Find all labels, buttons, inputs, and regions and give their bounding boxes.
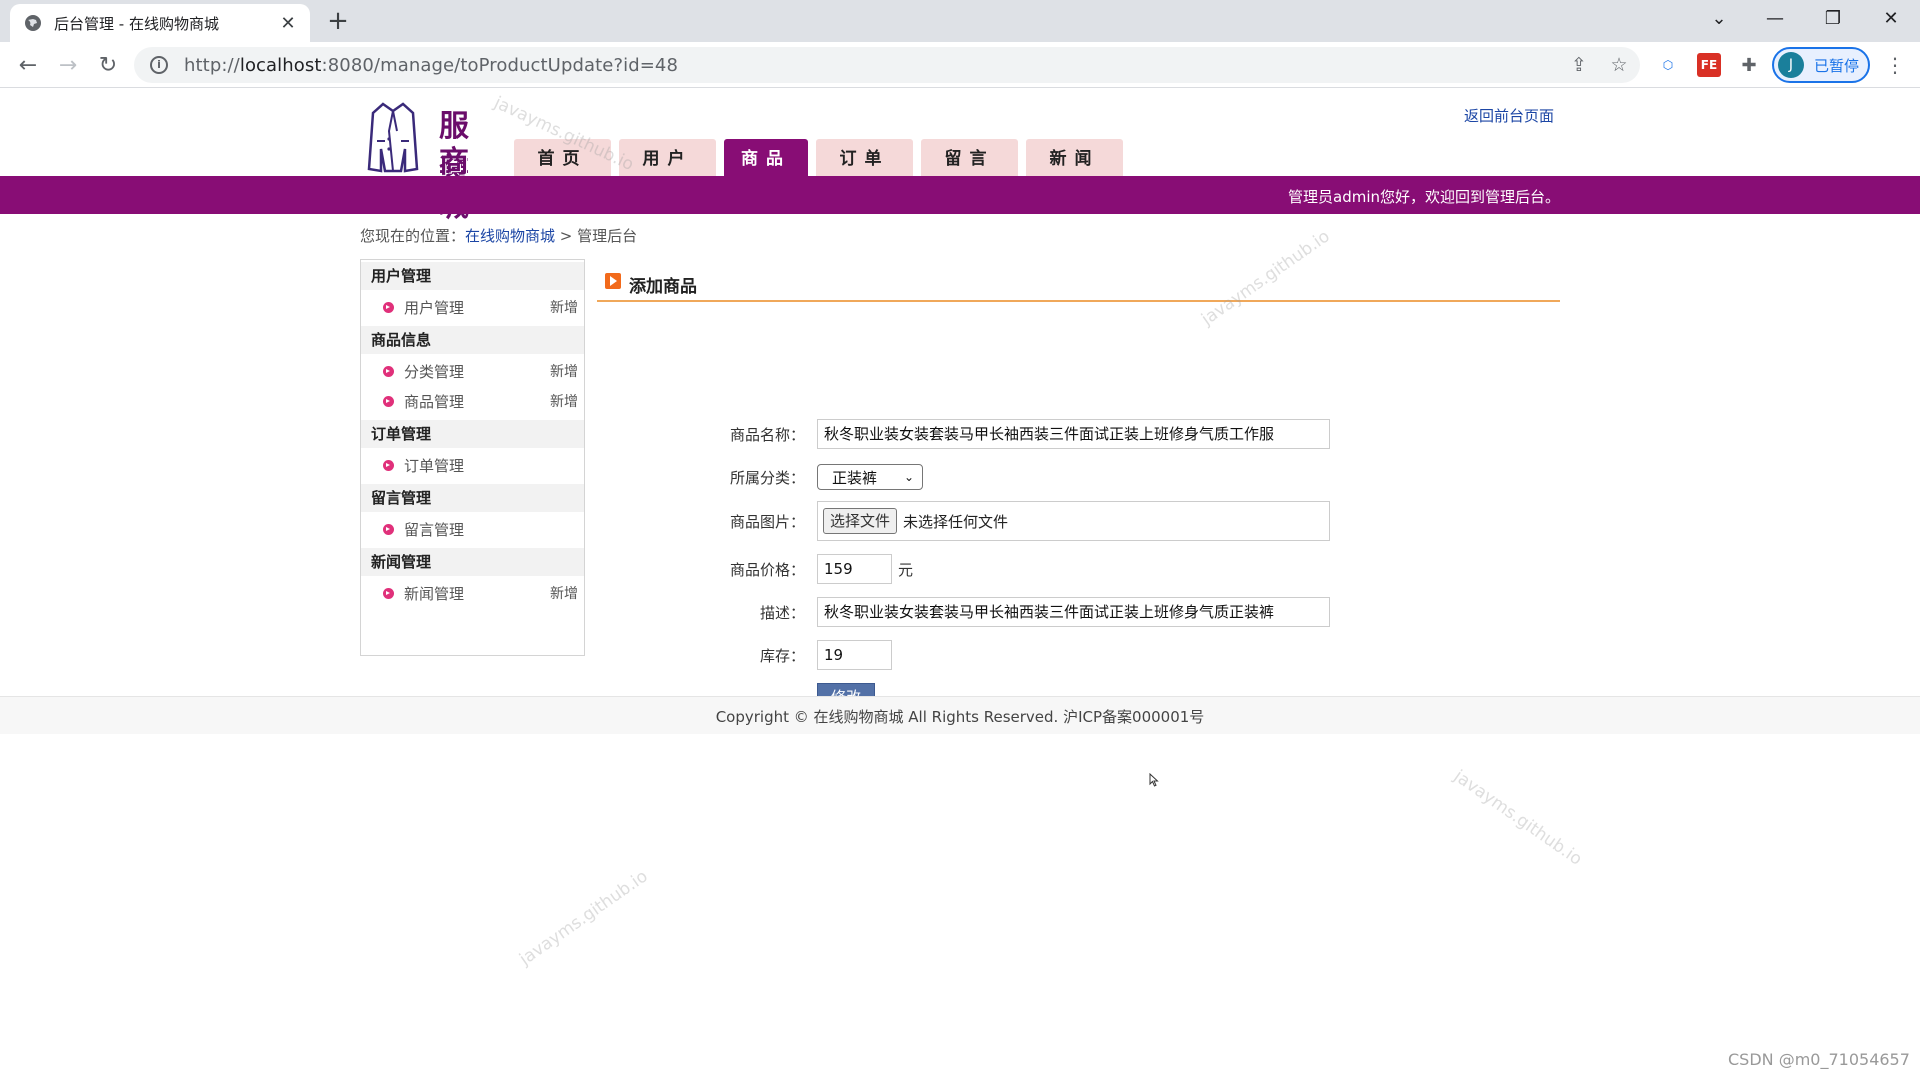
profile-button[interactable]: J 已暂停 (1772, 47, 1870, 83)
address-bar[interactable]: i http://localhost:8080/manage/toProduct… (134, 47, 1640, 83)
extension-fe-icon[interactable]: FE (1697, 53, 1721, 77)
sidebar-group-orders: 订单管理 (361, 420, 584, 448)
add-user-link[interactable]: 新增 (550, 297, 578, 317)
browser-tab[interactable]: 后台管理 - 在线购物商城 ✕ (10, 4, 310, 42)
bullet-arrow-icon (383, 395, 394, 407)
tab-title: 后台管理 - 在线购物商城 (54, 14, 219, 33)
add-category-link[interactable]: 新增 (550, 361, 578, 381)
choose-file-button[interactable]: 选择文件 (823, 508, 898, 534)
site-footer: Copyright © 在线购物商城 All Rights Reserved. … (0, 696, 1920, 734)
content-header: 添加商品 (597, 271, 1560, 302)
price-unit: 元 (898, 560, 914, 579)
coat-logo-icon (367, 102, 419, 173)
image-file-input[interactable]: 选择文件 未选择任何文件 (817, 501, 1330, 541)
sidebar-item-product-manage[interactable]: 商品管理 新增 (361, 388, 584, 414)
row-name: 商品名称： 秋冬职业装女装套装马甲长袖西装三件面试正装上班修身气质工作服 (700, 419, 1330, 449)
file-status: 未选择任何文件 (903, 512, 1009, 531)
stock-input[interactable]: 19 (817, 640, 892, 670)
sidebar-item-message-manage[interactable]: 留言管理 (361, 512, 584, 546)
sidebar-item-news-manage[interactable]: 新闻管理 新增 (361, 576, 584, 610)
sidebar-group-products: 商品信息 (361, 326, 584, 354)
price-input[interactable]: 159 (817, 554, 892, 584)
row-stock: 库存： 19 (700, 640, 892, 670)
back-to-frontend-link[interactable]: 返回前台页面 (1464, 105, 1554, 126)
welcome-text: 管理员admin您好，欢迎回到管理后台。 (1288, 188, 1561, 206)
bullet-arrow-icon (383, 365, 394, 377)
bullet-arrow-icon (383, 523, 394, 535)
bullet-arrow-icon (383, 459, 394, 471)
admin-sidebar: 用户管理 用户管理 新增 商品信息 分类管理 新增 商品管理 新增 订单管理 订单管理… (360, 259, 585, 656)
extensions-puzzle-icon[interactable]: ✚ (1737, 53, 1761, 77)
mouse-cursor-icon (1149, 773, 1159, 787)
bullet-arrow-icon (383, 301, 394, 313)
watermark: javayms.github.io (1449, 766, 1586, 870)
url-text[interactable]: http://localhost:8080/manage/toProductUp… (184, 55, 678, 76)
new-tab-icon[interactable]: + (322, 6, 354, 38)
add-product-link[interactable]: 新增 (550, 391, 578, 411)
breadcrumb-current: 管理后台 (577, 227, 638, 245)
sidebar-item-order-manage[interactable]: 订单管理 (361, 448, 584, 482)
sidebar-group-messages: 留言管理 (361, 484, 584, 512)
content-title: 添加商品 (629, 277, 697, 297)
welcome-bar: 管理员admin您好，欢迎回到管理后台。 (0, 176, 1920, 214)
sidebar-group-users: 用户管理 (361, 262, 584, 290)
globe-icon (25, 15, 41, 31)
row-price: 商品价格： 159 元 (700, 554, 913, 584)
add-news-link[interactable]: 新增 (550, 583, 578, 603)
csdn-attribution: CSDN @m0_71054657 (1728, 1050, 1910, 1069)
copyright-text: Copyright © 在线购物商城 All Rights Reserved. … (715, 708, 1205, 726)
nav-orders[interactable]: 订单 (816, 139, 913, 176)
sidebar-group-news: 新闻管理 (361, 548, 584, 576)
share-icon[interactable]: ⇪ (1564, 50, 1594, 80)
tab-search-chevron-icon[interactable]: ⌄ (1694, 0, 1744, 36)
description-input[interactable]: 秋冬职业装女装套装马甲长袖西装三件面试正装上班修身气质正装裤 (817, 597, 1330, 627)
chevron-down-icon: ⌄ (903, 470, 914, 484)
row-category: 所属分类： 正装裤 ⌄ (700, 464, 923, 490)
nav-messages[interactable]: 留言 (921, 139, 1018, 176)
browser-menu-icon[interactable]: ⋮ (1880, 50, 1910, 80)
product-name-input[interactable]: 秋冬职业装女装套装马甲长袖西装三件面试正装上班修身气质工作服 (817, 419, 1330, 449)
watermark: javayms.github.io (515, 866, 652, 970)
sidebar-item-category-manage[interactable]: 分类管理 新增 (361, 354, 584, 388)
avatar: J (1778, 52, 1804, 78)
window-close-icon[interactable]: ✕ (1866, 0, 1916, 36)
breadcrumb-home-link[interactable]: 在线购物商城 (465, 227, 555, 245)
browser-tabstrip: 后台管理 - 在线购物商城 ✕ + ⌄ — ❐ ✕ (0, 0, 1920, 42)
bookmark-star-icon[interactable]: ☆ (1604, 50, 1634, 80)
sidebar-item-user-manage[interactable]: 用户管理 新增 (361, 290, 584, 324)
back-arrow-icon[interactable]: ← (12, 50, 44, 80)
restore-icon[interactable]: ❐ (1808, 0, 1858, 36)
profile-status: 已暂停 (1814, 56, 1860, 75)
row-description: 描述： 秋冬职业装女装套装马甲长袖西装三件面试正装上班修身气质正装裤 (700, 597, 1330, 627)
nav-news[interactable]: 新闻 (1026, 139, 1123, 176)
section-arrow-icon (605, 273, 621, 289)
row-image: 商品图片： 选择文件 未选择任何文件 (700, 501, 1330, 541)
web-page: 服装 商城 首页 用户 商品 订单 留言 新闻 返回前台页面 管理员admin您… (0, 88, 1920, 1080)
breadcrumb: 您现在的位置：在线购物商城 > 管理后台 (360, 227, 638, 245)
bullet-arrow-icon (383, 587, 394, 599)
forward-arrow-icon[interactable]: → (52, 50, 84, 80)
browser-toolbar: ← → ↻ i http://localhost:8080/manage/toP… (0, 42, 1920, 88)
tab-close-icon[interactable]: ✕ (278, 13, 298, 34)
site-logo[interactable]: 服装 商城 (367, 101, 492, 224)
site-info-icon[interactable]: i (150, 56, 168, 74)
category-select[interactable]: 正装裤 ⌄ (817, 464, 923, 490)
nav-products[interactable]: 商品 (724, 139, 808, 176)
extension-hexagon-icon[interactable]: ⬡ (1656, 53, 1680, 77)
reload-icon[interactable]: ↻ (92, 50, 124, 80)
minimize-icon[interactable]: — (1750, 0, 1800, 36)
